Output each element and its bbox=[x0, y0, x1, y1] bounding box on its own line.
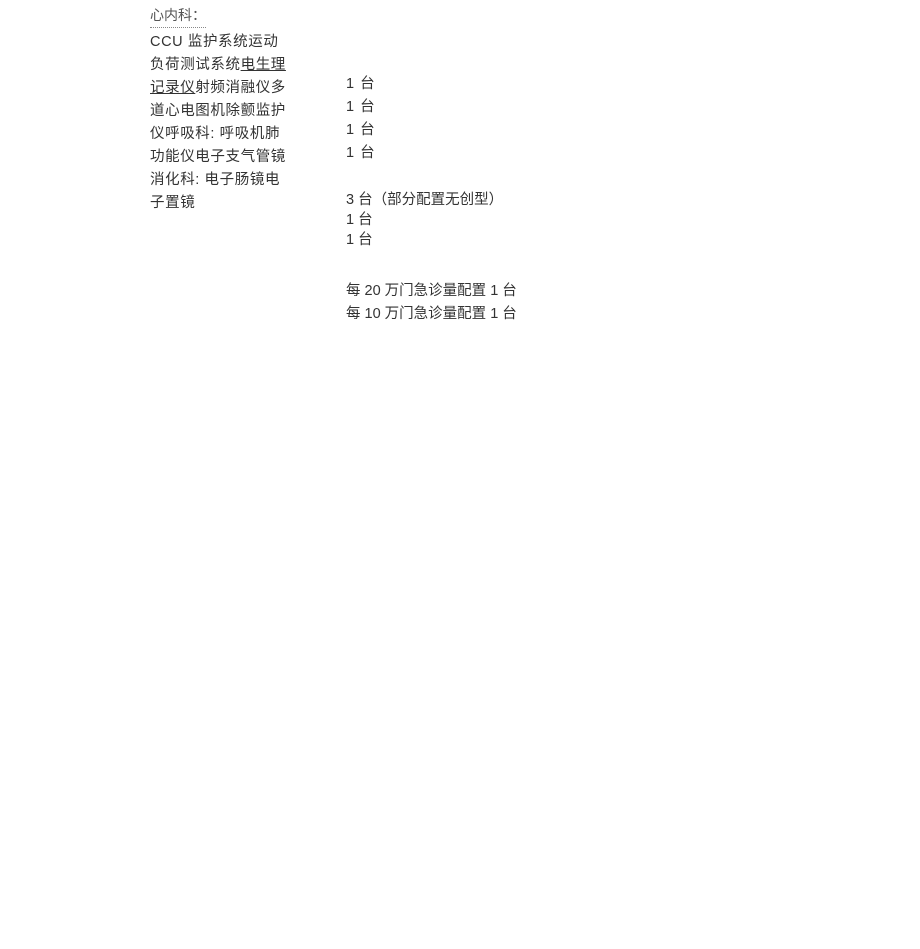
left-column: 心内科： CCU 监护系统运动负荷测试系统电生理记录仪射频消融仪多道心电图机除颤… bbox=[150, 4, 290, 215]
right-column-1: 1 台 1 台 1 台 1 台 bbox=[346, 73, 376, 165]
qty-line: 1 台 bbox=[346, 210, 503, 230]
qty-line: 1 台 bbox=[346, 142, 376, 165]
qty-line: 1 台 bbox=[346, 230, 503, 250]
qty-line: 1 台 bbox=[346, 119, 376, 142]
ratio-text: 每 10 万门急诊量配置 1 台 bbox=[346, 306, 517, 322]
ratio-line: 每 20 万门急诊量配置 1 台 bbox=[346, 280, 517, 303]
right-column-2: 3 台（部分配置无创型） 1 台 1 台 bbox=[346, 190, 503, 250]
qty-text: 1 台 bbox=[346, 212, 373, 228]
ratio-line: 每 10 万门急诊量配置 1 台 bbox=[346, 303, 517, 326]
qty-text: 1 台 bbox=[346, 99, 376, 115]
qty-text: 1 台 bbox=[346, 232, 373, 248]
equipment-flow-text: CCU 监护系统运动负荷测试系统电生理记录仪射频消融仪多道心电图机除颤监护仪呼吸… bbox=[150, 31, 290, 215]
flow-suffix: 射频消融仪多道心电图机除颤监护仪呼吸科: 呼吸机肺功能仪电子支气管镜消化科: 电… bbox=[150, 80, 286, 211]
qty-line: 1 台 bbox=[346, 73, 376, 96]
qty-text: 1 台 bbox=[346, 122, 376, 138]
qty-text: 3 台（部分配置无创型） bbox=[346, 192, 503, 208]
ratio-text: 每 20 万门急诊量配置 1 台 bbox=[346, 283, 517, 299]
qty-line: 3 台（部分配置无创型） bbox=[346, 190, 503, 210]
right-column-3: 每 20 万门急诊量配置 1 台 每 10 万门急诊量配置 1 台 bbox=[346, 280, 517, 326]
qty-text: 1 台 bbox=[346, 76, 376, 92]
document-page: 心内科： CCU 监护系统运动负荷测试系统电生理记录仪射频消融仪多道心电图机除颤… bbox=[0, 0, 920, 949]
qty-text: 1 台 bbox=[346, 145, 376, 161]
qty-line: 1 台 bbox=[346, 96, 376, 119]
section-header: 心内科： bbox=[150, 4, 206, 28]
